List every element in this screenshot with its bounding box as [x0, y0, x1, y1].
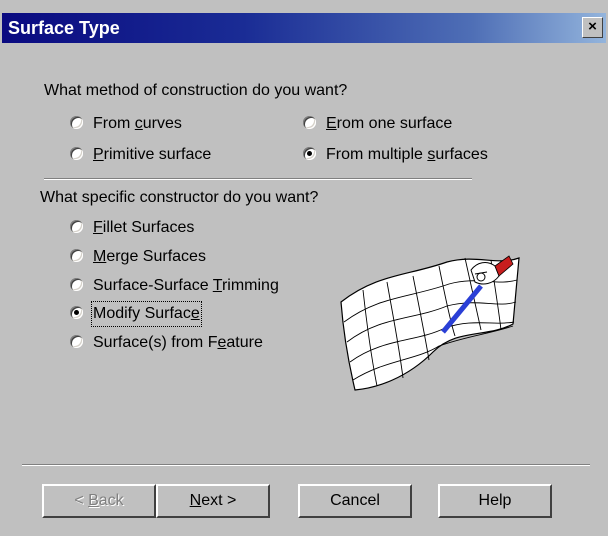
close-icon: × — [588, 18, 597, 35]
title-bar[interactable]: Surface Type × — [2, 13, 606, 43]
radio-indicator[interactable] — [70, 116, 83, 129]
radio-indicator[interactable] — [70, 306, 83, 319]
radio-indicator[interactable] — [70, 147, 83, 160]
back-button[interactable]: < Back — [42, 484, 156, 518]
radio-indicator[interactable] — [70, 220, 83, 233]
cancel-button[interactable]: Cancel — [298, 484, 412, 518]
radio-label: Merge Surfaces — [93, 248, 206, 265]
radio-indicator[interactable] — [303, 116, 316, 129]
dialog-title: Surface Type — [8, 18, 120, 38]
radio-label: Fillet Surfaces — [93, 219, 195, 236]
constructor-question: What specific constructor do you want? — [40, 189, 319, 206]
help-button[interactable]: Help — [438, 484, 552, 518]
radio-label: From multiple surfaces — [326, 146, 488, 163]
radio-label: Modify Surface — [91, 301, 202, 327]
radio-label: Primitive surface — [93, 146, 212, 163]
footer-separator — [22, 464, 590, 466]
radio-label: Surface(s) from Feature — [93, 334, 263, 351]
radio-label: Erom one surface — [326, 115, 453, 132]
radio-indicator[interactable] — [70, 278, 83, 291]
method-question: What method of construction do you want? — [44, 82, 348, 99]
radio-indicator[interactable] — [70, 249, 83, 262]
next-button[interactable]: Next > — [156, 484, 270, 518]
section-separator — [44, 178, 472, 180]
modify-surface-illustration — [340, 255, 520, 391]
radio-indicator[interactable] — [70, 335, 83, 348]
radio-label: From curves — [93, 115, 182, 132]
close-button[interactable]: × — [582, 17, 603, 38]
radio-label: Surface-Surface Trimming — [93, 277, 279, 294]
surface-type-dialog: Surface Type × What method of constructi… — [0, 0, 608, 536]
radio-indicator[interactable] — [303, 147, 316, 160]
